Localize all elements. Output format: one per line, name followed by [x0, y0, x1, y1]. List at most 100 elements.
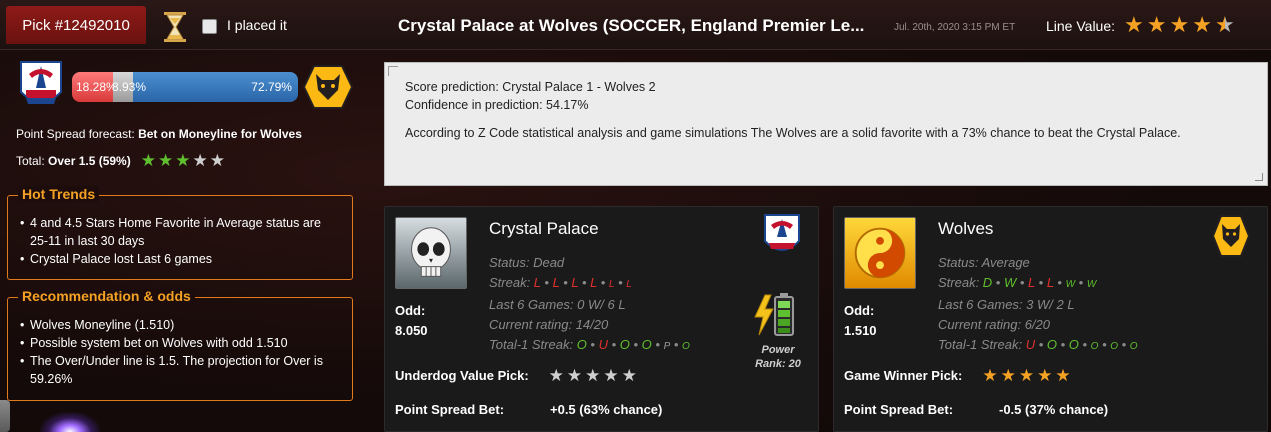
recommendation-title: Recommendation & odds — [18, 288, 195, 304]
away-team-name[interactable]: Wolves — [938, 219, 993, 239]
away-status: Status: Average — [938, 255, 1030, 270]
star-icon: ★ — [157, 151, 174, 170]
star-icon: ★ — [1000, 366, 1016, 385]
corner-fold-icon — [388, 66, 398, 76]
underdog-value-pick: Underdog Value Pick: ★ ★ ★ ★ ★ — [395, 367, 637, 384]
score-prediction: Score prediction: Crystal Palace 1 - Wol… — [405, 80, 656, 94]
hot-trends-title: Hot Trends — [18, 186, 100, 202]
match-date: Jul. 20th, 2020 3:15 PM ET — [894, 22, 1016, 33]
total-forecast: Total: Over 1.5 (59%) ★ ★ ★ ★ ★ — [16, 152, 225, 169]
away-team-card: Wolves Status: Average Streak: D • W • L… — [833, 206, 1268, 432]
list-item: 4 and 4.5 Stars Home Favorite in Average… — [20, 214, 342, 250]
home-point-spread: Point Spread Bet: +0.5 (63% chance) — [395, 402, 662, 417]
line-value-label: Line Value: — [1046, 18, 1116, 34]
prediction-analysis: According to Z Code statistical analysis… — [405, 126, 1181, 140]
star-icon: ★ — [982, 366, 998, 385]
pick-id-tab[interactable]: Pick #12492010 — [6, 6, 146, 44]
star-icon: ★ — [209, 151, 225, 170]
home-team-stats: Status: Dead Streak: L • L • L • L • L •… — [489, 253, 690, 357]
underdog-pick-label: Underdog Value Pick: — [395, 368, 529, 383]
away-odd-value: 1.510 — [844, 323, 877, 338]
power-battery-icon — [754, 293, 794, 336]
star-icon: ★ — [1192, 12, 1212, 37]
total-stars: ★ ★ ★ ★ ★ — [141, 152, 225, 169]
pick-id-label: Pick #12492010 — [22, 16, 130, 34]
star-icon: ★ — [1169, 12, 1190, 37]
home-team-card: Crystal Palace Status: Dead Streak: L • … — [384, 206, 819, 432]
away-team-stats: Status: Average Streak: D • W • L • L • … — [938, 253, 1138, 357]
home-odd: Odd: 8.050 — [395, 301, 428, 341]
home-probability-segment: 18.28% — [72, 72, 117, 102]
home-status: Status: Dead — [489, 255, 565, 270]
resize-handle-icon[interactable] — [1255, 173, 1263, 181]
win-probability-bar: 18.28% 72.79% — [72, 72, 298, 102]
away-probability-segment: 72.79% — [133, 72, 298, 102]
placed-label: I placed it — [227, 17, 287, 33]
wolves-logo — [302, 65, 354, 109]
away-probability: 72.79% — [251, 80, 292, 94]
home-odd-value: 8.050 — [395, 323, 428, 338]
away-spread-label: Point Spread Bet: — [844, 402, 954, 417]
power-rank: Power Rank: 20 — [741, 343, 815, 371]
spread-forecast-label: Point Spread forecast: — [16, 127, 139, 141]
list-item: Possible system bet on Wolves with odd 1… — [20, 334, 342, 352]
away-odd-label: Odd: — [844, 303, 875, 318]
home-last6: Last 6 Games: 0 W/ 6 L — [489, 297, 626, 312]
star-icon: ★ — [1037, 366, 1053, 385]
star-icon: ★ — [621, 366, 637, 385]
away-last6: Last 6 Games: 3 W/ 2 L — [938, 297, 1075, 312]
away-streak: Streak: D • W • L • L • W • W — [938, 275, 1097, 290]
underdog-pick-stars: ★ ★ ★ ★ ★ — [549, 367, 637, 384]
star-icon: ★ — [192, 151, 208, 170]
match-title: Crystal Palace at Wolves (SOCCER, Englan… — [398, 16, 865, 35]
list-item: Wolves Moneyline (1.510) — [20, 316, 342, 334]
star-icon: ★ — [603, 366, 619, 385]
star-icon: ★ — [1124, 12, 1144, 37]
away-total-streak: Total-1 Streak: U • O • O • O • O • O — [938, 337, 1138, 352]
star-icon: ★ — [566, 366, 583, 385]
power-rank-value: Rank: 20 — [755, 358, 801, 370]
draw-probability: 8.93% — [112, 80, 147, 94]
home-streak: Streak: L • L • L • L • L • L — [489, 275, 632, 290]
point-spread-forecast: Point Spread forecast: Bet on Moneyline … — [16, 127, 302, 141]
home-spread-label: Point Spread Bet: — [395, 402, 505, 417]
star-icon: ★ — [140, 151, 156, 170]
placed-checkbox[interactable] — [202, 19, 217, 34]
confidence-prediction: Confidence in prediction: 54.17% — [405, 98, 589, 112]
game-winner-pick: Game Winner Pick: ★ ★ ★ ★ ★ — [844, 367, 1071, 384]
total-value: Over 1.5 (59%) — [48, 153, 131, 168]
decorative-glow — [40, 412, 100, 432]
recommendation-panel: Recommendation & odds Wolves Moneyline (… — [7, 288, 353, 401]
wolves-logo — [1211, 215, 1251, 257]
side-panel-handle[interactable] — [0, 400, 10, 432]
star-icon: ★ — [175, 151, 191, 170]
home-spread-value: +0.5 (63% chance) — [550, 402, 663, 417]
away-rating: Current rating: 6/20 — [938, 317, 1051, 332]
spread-forecast-value: Bet on Moneyline for Wolves — [138, 127, 302, 141]
away-odd: Odd: 1.510 — [844, 301, 877, 341]
yin-yang-icon — [844, 217, 916, 289]
list-item: The Over/Under line is 1.5. The projecti… — [20, 352, 342, 388]
home-team-name[interactable]: Crystal Palace — [489, 219, 599, 239]
star-icon: ★ — [1055, 366, 1071, 385]
list-item: Crystal Palace lost Last 6 games — [20, 250, 342, 268]
star-icon: ★ — [585, 366, 601, 385]
star-icon: ★ — [1146, 12, 1167, 37]
crystal-palace-logo — [764, 214, 800, 251]
home-odd-label: Odd: — [395, 303, 426, 318]
power-label: Power — [761, 344, 795, 356]
away-point-spread: Point Spread Bet: -0.5 (37% chance) — [844, 402, 1108, 417]
home-rating: Current rating: 14/20 — [489, 317, 609, 332]
winner-pick-stars: ★ ★ ★ ★ ★ — [982, 367, 1070, 384]
winner-pick-label: Game Winner Pick: — [844, 368, 963, 383]
star-icon: ★ — [548, 366, 564, 385]
away-spread-value: -0.5 (37% chance) — [999, 402, 1109, 417]
skull-icon — [395, 217, 467, 289]
home-total-streak: Total-1 Streak: O • U • O • O • P • O — [489, 337, 690, 352]
prediction-textarea[interactable]: Score prediction: Crystal Palace 1 - Wol… — [384, 62, 1268, 186]
hourglass-icon — [164, 12, 186, 42]
line-value-stars: ★ ★ ★ ★ ★ — [1124, 14, 1235, 36]
total-label: Total: — [16, 153, 49, 168]
half-star-icon: ★ — [1214, 12, 1235, 37]
star-icon: ★ — [1018, 366, 1035, 385]
